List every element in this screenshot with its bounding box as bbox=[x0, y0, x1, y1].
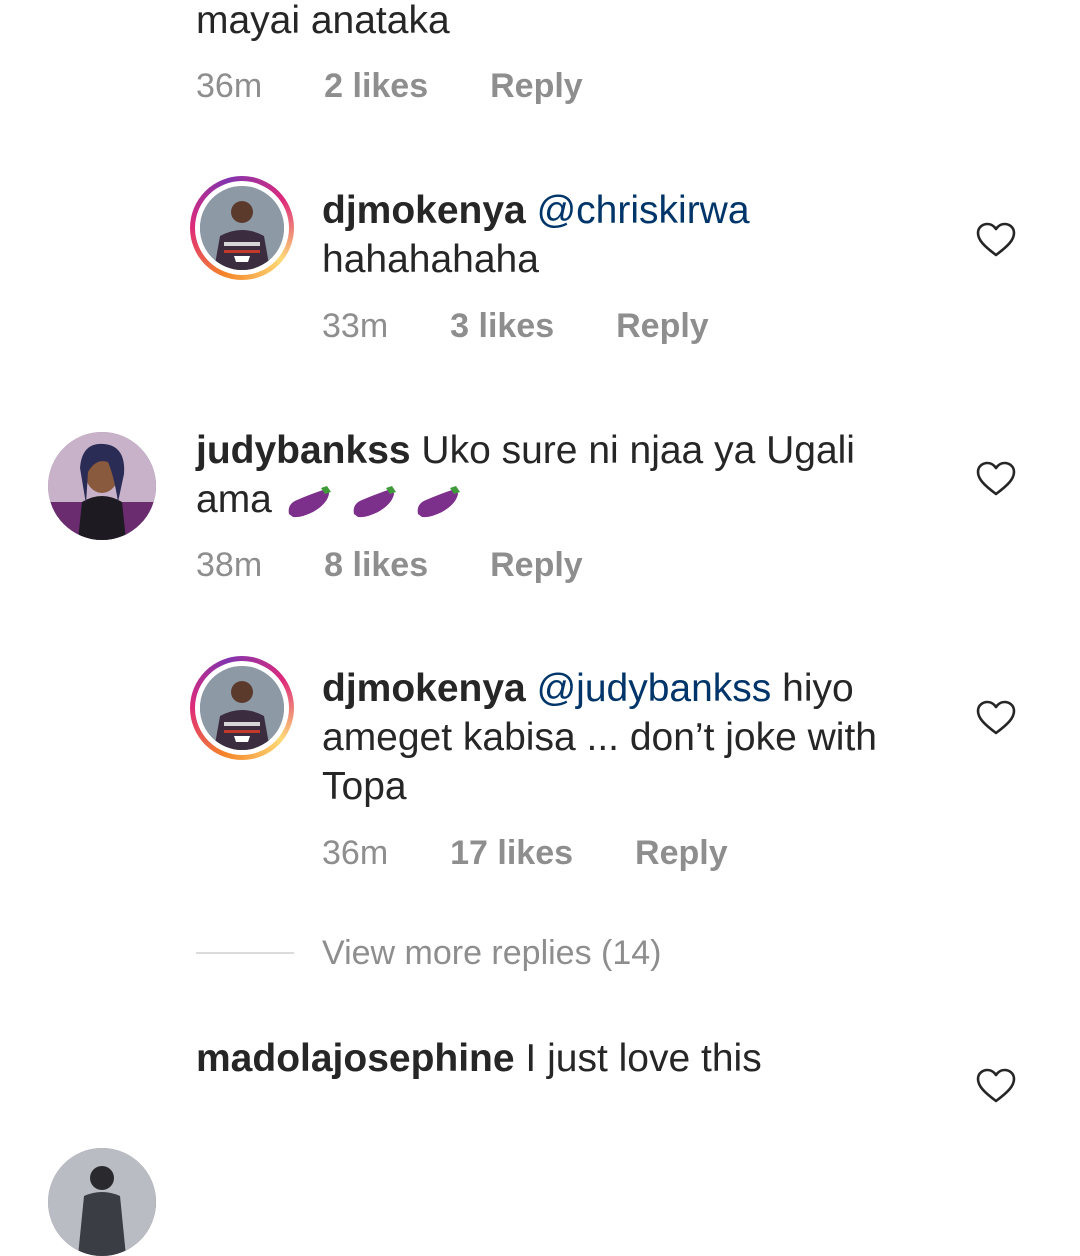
reply-likes-button[interactable]: 3 likes bbox=[450, 307, 554, 346]
reply-body-line2: ameget kabisa ... don’t joke with bbox=[322, 716, 877, 759]
avatar[interactable] bbox=[190, 656, 294, 760]
avatar-image bbox=[200, 186, 284, 270]
avatar-image bbox=[48, 1148, 156, 1256]
reply-button[interactable]: Reply bbox=[635, 834, 728, 873]
replies-divider bbox=[196, 952, 294, 954]
reply-time: 36m bbox=[322, 833, 389, 872]
reply-button[interactable]: Reply bbox=[490, 546, 583, 585]
comment-meta: 36m 2 likes Reply bbox=[196, 64, 583, 108]
heart-icon[interactable] bbox=[976, 461, 1016, 497]
reply-body: hahahahaha bbox=[322, 238, 539, 281]
avatar[interactable] bbox=[48, 1148, 156, 1256]
username-link[interactable]: madolajosephine bbox=[196, 1037, 515, 1080]
comment-body-line2: ama bbox=[196, 478, 272, 521]
comment-time: 36m bbox=[196, 66, 263, 105]
view-more-replies-button[interactable]: View more replies (14) bbox=[322, 934, 662, 973]
avatar-image bbox=[48, 432, 156, 540]
reply-body-line3: Topa bbox=[322, 765, 407, 808]
heart-icon[interactable] bbox=[976, 1068, 1016, 1104]
reply-meta: 36m 17 likes Reply bbox=[322, 831, 728, 875]
reply-time: 33m bbox=[322, 306, 389, 345]
reply-button[interactable]: Reply bbox=[616, 307, 709, 346]
eggplant-icon bbox=[283, 478, 467, 521]
username-link[interactable]: judybankss bbox=[196, 429, 411, 472]
avatar[interactable] bbox=[190, 176, 294, 280]
comment-meta: 38m 8 likes Reply bbox=[196, 543, 583, 587]
avatar-image bbox=[200, 666, 284, 750]
comment-likes-button[interactable]: 8 likes bbox=[324, 546, 428, 585]
comment-time: 38m bbox=[196, 545, 263, 584]
reply-meta: 33m 3 likes Reply bbox=[322, 304, 709, 348]
reply-text: djmokenya @judybankss hiyo ameget kabisa… bbox=[322, 664, 877, 811]
comment-likes-button[interactable]: 2 likes bbox=[324, 67, 428, 106]
reply-likes-button[interactable]: 17 likes bbox=[450, 834, 573, 873]
comment-text: madolajosephine I just love this bbox=[196, 1034, 762, 1083]
comment-body: Uko sure ni njaa ya Ugali bbox=[421, 429, 855, 472]
heart-icon[interactable] bbox=[976, 700, 1016, 736]
username-link[interactable]: djmokenya bbox=[322, 189, 526, 232]
reply-text: djmokenya @chriskirwa hahahahaha bbox=[322, 186, 750, 284]
comment-text-tail: mayai anataka bbox=[196, 0, 450, 42]
mention-link[interactable]: @judybankss bbox=[537, 667, 772, 710]
comment-body: I just love this bbox=[525, 1037, 762, 1080]
comment-text: mayai anataka bbox=[196, 0, 450, 45]
avatar[interactable] bbox=[48, 432, 156, 540]
reply-button[interactable]: Reply bbox=[490, 67, 583, 106]
comment-text: judybankss Uko sure ni njaa ya Ugali ama bbox=[196, 426, 855, 524]
heart-icon[interactable] bbox=[976, 222, 1016, 258]
mention-link[interactable]: @chriskirwa bbox=[537, 189, 750, 232]
reply-body-line1: hiyo bbox=[782, 667, 854, 710]
username-link[interactable]: djmokenya bbox=[322, 667, 526, 710]
